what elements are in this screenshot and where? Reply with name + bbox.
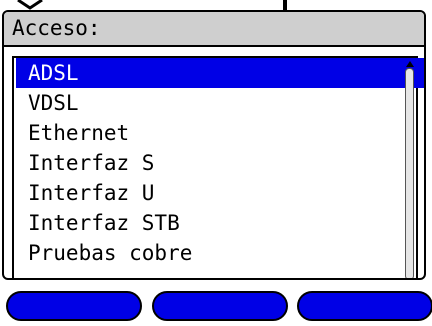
menu-item-vdsl[interactable]: VDSL [14,88,410,118]
page-title: Acceso: [12,16,101,40]
access-menu: ADSL VDSL Ethernet Interfaz S Interfaz U… [12,56,424,278]
title-bar: Acceso: [4,12,424,47]
device-screen: Acceso: ADSL VDSL Ethernet Interfaz S In… [2,10,426,280]
menu-list: ADSL VDSL Ethernet Interfaz S Interfaz U… [14,58,424,268]
scroll-up-icon[interactable] [406,61,414,67]
menu-item-interfaz-u[interactable]: Interfaz U [14,178,410,208]
softkey-1[interactable] [6,291,142,321]
softkey-bar [6,291,432,321]
scrollbar[interactable] [405,61,414,278]
menu-item-pruebas-cobre[interactable]: Pruebas cobre [14,238,410,268]
softkey-3[interactable] [297,291,432,321]
softkey-2[interactable] [152,291,288,321]
menu-item-ethernet[interactable]: Ethernet [14,118,410,148]
menu-item-interfaz-s[interactable]: Interfaz S [14,148,410,178]
menu-item-adsl[interactable]: ADSL [16,58,424,88]
menu-item-interfaz-stb[interactable]: Interfaz STB [14,208,410,238]
